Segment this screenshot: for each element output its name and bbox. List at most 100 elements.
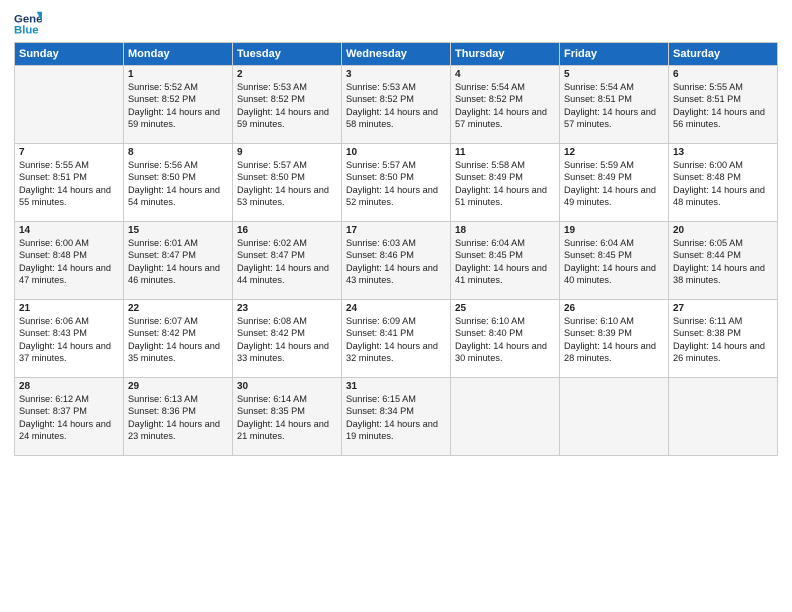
cell-content: Sunrise: 5:55 AM Sunset: 8:51 PM Dayligh… [19,159,119,209]
cell-content: Sunrise: 6:09 AM Sunset: 8:41 PM Dayligh… [346,315,446,365]
cell-content: Sunrise: 5:56 AM Sunset: 8:50 PM Dayligh… [128,159,228,209]
day-number: 23 [237,303,337,314]
day-number: 24 [346,303,446,314]
cell-content: Sunrise: 5:53 AM Sunset: 8:52 PM Dayligh… [237,81,337,131]
calendar-cell: 1Sunrise: 5:52 AM Sunset: 8:52 PM Daylig… [124,66,233,144]
calendar-cell: 19Sunrise: 6:04 AM Sunset: 8:45 PM Dayli… [560,222,669,300]
calendar-cell: 16Sunrise: 6:02 AM Sunset: 8:47 PM Dayli… [233,222,342,300]
cell-content: Sunrise: 6:11 AM Sunset: 8:38 PM Dayligh… [673,315,773,365]
calendar-cell: 3Sunrise: 5:53 AM Sunset: 8:52 PM Daylig… [342,66,451,144]
day-number: 8 [128,147,228,158]
cell-content: Sunrise: 5:59 AM Sunset: 8:49 PM Dayligh… [564,159,664,209]
calendar-cell: 26Sunrise: 6:10 AM Sunset: 8:39 PM Dayli… [560,300,669,378]
calendar-cell: 30Sunrise: 6:14 AM Sunset: 8:35 PM Dayli… [233,378,342,456]
day-number: 28 [19,381,119,392]
cell-content: Sunrise: 5:58 AM Sunset: 8:49 PM Dayligh… [455,159,555,209]
day-number: 2 [237,69,337,80]
day-number: 12 [564,147,664,158]
cell-content: Sunrise: 6:14 AM Sunset: 8:35 PM Dayligh… [237,393,337,443]
col-header-saturday: Saturday [669,43,778,66]
calendar-cell: 11Sunrise: 5:58 AM Sunset: 8:49 PM Dayli… [451,144,560,222]
cell-content: Sunrise: 5:53 AM Sunset: 8:52 PM Dayligh… [346,81,446,131]
calendar-cell: 14Sunrise: 6:00 AM Sunset: 8:48 PM Dayli… [15,222,124,300]
col-header-tuesday: Tuesday [233,43,342,66]
cell-content: Sunrise: 5:57 AM Sunset: 8:50 PM Dayligh… [346,159,446,209]
cell-content: Sunrise: 5:55 AM Sunset: 8:51 PM Dayligh… [673,81,773,131]
calendar-cell: 28Sunrise: 6:12 AM Sunset: 8:37 PM Dayli… [15,378,124,456]
calendar-cell: 8Sunrise: 5:56 AM Sunset: 8:50 PM Daylig… [124,144,233,222]
week-row-5: 28Sunrise: 6:12 AM Sunset: 8:37 PM Dayli… [15,378,778,456]
calendar-cell [15,66,124,144]
day-number: 15 [128,225,228,236]
calendar-cell: 13Sunrise: 6:00 AM Sunset: 8:48 PM Dayli… [669,144,778,222]
col-header-wednesday: Wednesday [342,43,451,66]
calendar-cell: 5Sunrise: 5:54 AM Sunset: 8:51 PM Daylig… [560,66,669,144]
day-number: 29 [128,381,228,392]
cell-content: Sunrise: 6:00 AM Sunset: 8:48 PM Dayligh… [673,159,773,209]
cell-content: Sunrise: 6:01 AM Sunset: 8:47 PM Dayligh… [128,237,228,287]
cell-content: Sunrise: 5:57 AM Sunset: 8:50 PM Dayligh… [237,159,337,209]
col-header-friday: Friday [560,43,669,66]
calendar-cell [560,378,669,456]
cell-content: Sunrise: 6:02 AM Sunset: 8:47 PM Dayligh… [237,237,337,287]
calendar-cell: 20Sunrise: 6:05 AM Sunset: 8:44 PM Dayli… [669,222,778,300]
calendar-cell: 31Sunrise: 6:15 AM Sunset: 8:34 PM Dayli… [342,378,451,456]
page-container: General Blue SundayMondayTuesdayWednesda… [0,0,792,464]
calendar-table: SundayMondayTuesdayWednesdayThursdayFrid… [14,42,778,456]
day-number: 4 [455,69,555,80]
calendar-cell: 4Sunrise: 5:54 AM Sunset: 8:52 PM Daylig… [451,66,560,144]
calendar-cell: 7Sunrise: 5:55 AM Sunset: 8:51 PM Daylig… [15,144,124,222]
cell-content: Sunrise: 6:04 AM Sunset: 8:45 PM Dayligh… [455,237,555,287]
cell-content: Sunrise: 6:13 AM Sunset: 8:36 PM Dayligh… [128,393,228,443]
calendar-cell: 12Sunrise: 5:59 AM Sunset: 8:49 PM Dayli… [560,144,669,222]
day-number: 19 [564,225,664,236]
cell-content: Sunrise: 6:00 AM Sunset: 8:48 PM Dayligh… [19,237,119,287]
day-number: 18 [455,225,555,236]
cell-content: Sunrise: 6:06 AM Sunset: 8:43 PM Dayligh… [19,315,119,365]
calendar-cell: 22Sunrise: 6:07 AM Sunset: 8:42 PM Dayli… [124,300,233,378]
week-row-2: 7Sunrise: 5:55 AM Sunset: 8:51 PM Daylig… [15,144,778,222]
col-header-thursday: Thursday [451,43,560,66]
cell-content: Sunrise: 6:08 AM Sunset: 8:42 PM Dayligh… [237,315,337,365]
cell-content: Sunrise: 5:54 AM Sunset: 8:51 PM Dayligh… [564,81,664,131]
day-number: 16 [237,225,337,236]
calendar-cell [669,378,778,456]
day-number: 31 [346,381,446,392]
header-row-days: SundayMondayTuesdayWednesdayThursdayFrid… [15,43,778,66]
logo: General Blue [14,10,42,38]
cell-content: Sunrise: 6:12 AM Sunset: 8:37 PM Dayligh… [19,393,119,443]
day-number: 7 [19,147,119,158]
cell-content: Sunrise: 6:04 AM Sunset: 8:45 PM Dayligh… [564,237,664,287]
calendar-cell: 2Sunrise: 5:53 AM Sunset: 8:52 PM Daylig… [233,66,342,144]
calendar-cell [451,378,560,456]
day-number: 26 [564,303,664,314]
calendar-cell: 18Sunrise: 6:04 AM Sunset: 8:45 PM Dayli… [451,222,560,300]
day-number: 14 [19,225,119,236]
header-row: General Blue [14,10,778,38]
calendar-cell: 27Sunrise: 6:11 AM Sunset: 8:38 PM Dayli… [669,300,778,378]
cell-content: Sunrise: 6:07 AM Sunset: 8:42 PM Dayligh… [128,315,228,365]
cell-content: Sunrise: 6:10 AM Sunset: 8:39 PM Dayligh… [564,315,664,365]
day-number: 22 [128,303,228,314]
svg-text:General: General [14,13,42,25]
svg-text:Blue: Blue [14,25,39,37]
calendar-cell: 29Sunrise: 6:13 AM Sunset: 8:36 PM Dayli… [124,378,233,456]
week-row-3: 14Sunrise: 6:00 AM Sunset: 8:48 PM Dayli… [15,222,778,300]
day-number: 13 [673,147,773,158]
cell-content: Sunrise: 6:03 AM Sunset: 8:46 PM Dayligh… [346,237,446,287]
cell-content: Sunrise: 6:10 AM Sunset: 8:40 PM Dayligh… [455,315,555,365]
day-number: 25 [455,303,555,314]
day-number: 1 [128,69,228,80]
cell-content: Sunrise: 6:05 AM Sunset: 8:44 PM Dayligh… [673,237,773,287]
week-row-4: 21Sunrise: 6:06 AM Sunset: 8:43 PM Dayli… [15,300,778,378]
day-number: 6 [673,69,773,80]
calendar-cell: 15Sunrise: 6:01 AM Sunset: 8:47 PM Dayli… [124,222,233,300]
calendar-cell: 9Sunrise: 5:57 AM Sunset: 8:50 PM Daylig… [233,144,342,222]
calendar-cell: 25Sunrise: 6:10 AM Sunset: 8:40 PM Dayli… [451,300,560,378]
cell-content: Sunrise: 5:54 AM Sunset: 8:52 PM Dayligh… [455,81,555,131]
calendar-cell: 23Sunrise: 6:08 AM Sunset: 8:42 PM Dayli… [233,300,342,378]
day-number: 27 [673,303,773,314]
day-number: 17 [346,225,446,236]
day-number: 21 [19,303,119,314]
calendar-cell: 21Sunrise: 6:06 AM Sunset: 8:43 PM Dayli… [15,300,124,378]
